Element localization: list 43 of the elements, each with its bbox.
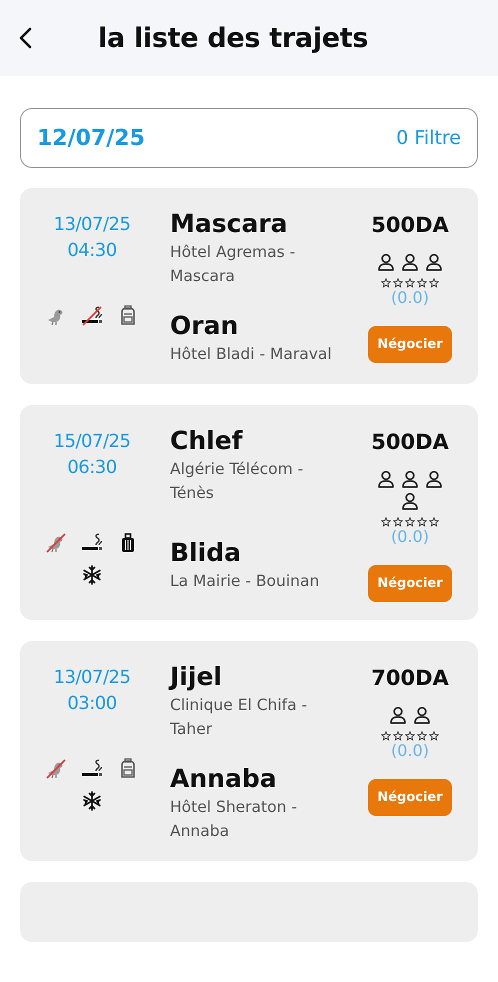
trip-date: 13/07/25: [54, 213, 130, 237]
city-name: Oran: [170, 310, 240, 342]
person-icon: [424, 469, 444, 489]
city-name: Jijel: [170, 661, 223, 693]
place-name: Algérie Télécom - Ténès: [170, 459, 304, 504]
trip-card[interactable]: 13/07/25 04:30 Mascara Hôtel Agremas - Mascara 500DA (0.0) Négocier Oran Hôtel Bladi - Maraval: [20, 188, 478, 384]
negotiate-button[interactable]: Négocier: [368, 326, 452, 363]
city-name: Blida: [170, 536, 242, 568]
person-icon: [400, 491, 420, 511]
trip-price: 700DA: [371, 665, 449, 692]
trip-time: 06:30: [67, 456, 117, 480]
trip-card[interactable]: 13/07/25 03:00 Jijel Clinique El Chifa - Taher 700DA (0.0) Négocier Annaba Hôtel Sheraton - Annaba: [20, 641, 478, 861]
person-icon: [376, 469, 396, 489]
rating-value: (0.0): [391, 288, 429, 308]
filter-bar[interactable]: 12/07/25 0 Filtre: [20, 108, 478, 168]
place-name: Hôtel Sheraton - Annaba: [170, 797, 298, 842]
person-icon: [412, 705, 432, 725]
trip-time: 04:30: [67, 239, 117, 263]
trip-price: 500DA: [371, 212, 449, 239]
place-name: La Mairie - Bouinan: [170, 570, 320, 592]
trip-card[interactable]: 15/07/25 06:30 Chlef Algérie Télécom - Ténès 500DA (0.0) Négocier Blida La Mairie - Bouinan: [20, 405, 478, 620]
trip-price: 500DA: [371, 429, 449, 456]
trip-date: 15/07/25: [54, 430, 130, 454]
person-icon: [388, 705, 408, 725]
filter-count[interactable]: 0 Filtre: [396, 127, 461, 149]
person-icon: [400, 252, 420, 272]
person-icon: [376, 252, 396, 272]
page-title: la liste des trajets: [98, 22, 368, 54]
city-name: Mascara: [170, 208, 289, 240]
place-name: Hôtel Bladi - Maraval: [170, 344, 333, 365]
place-name: Clinique El Chifa - Taher: [170, 695, 308, 740]
date-filter[interactable]: 12/07/25: [37, 126, 145, 150]
rating-value: (0.0): [391, 741, 429, 761]
place-name: Hôtel Agremas - Mascara: [170, 242, 296, 287]
rating-value: (0.0): [391, 527, 429, 547]
person-icon: [424, 252, 444, 272]
person-icon: [400, 469, 420, 489]
trip-time: 03:00: [67, 692, 117, 716]
city-name: Annaba: [170, 763, 278, 795]
negotiate-button[interactable]: Négocier: [368, 565, 452, 602]
trip-date: 13/07/25: [54, 666, 130, 690]
negotiate-button[interactable]: Négocier: [368, 779, 452, 816]
city-name: Chlef: [170, 425, 244, 457]
